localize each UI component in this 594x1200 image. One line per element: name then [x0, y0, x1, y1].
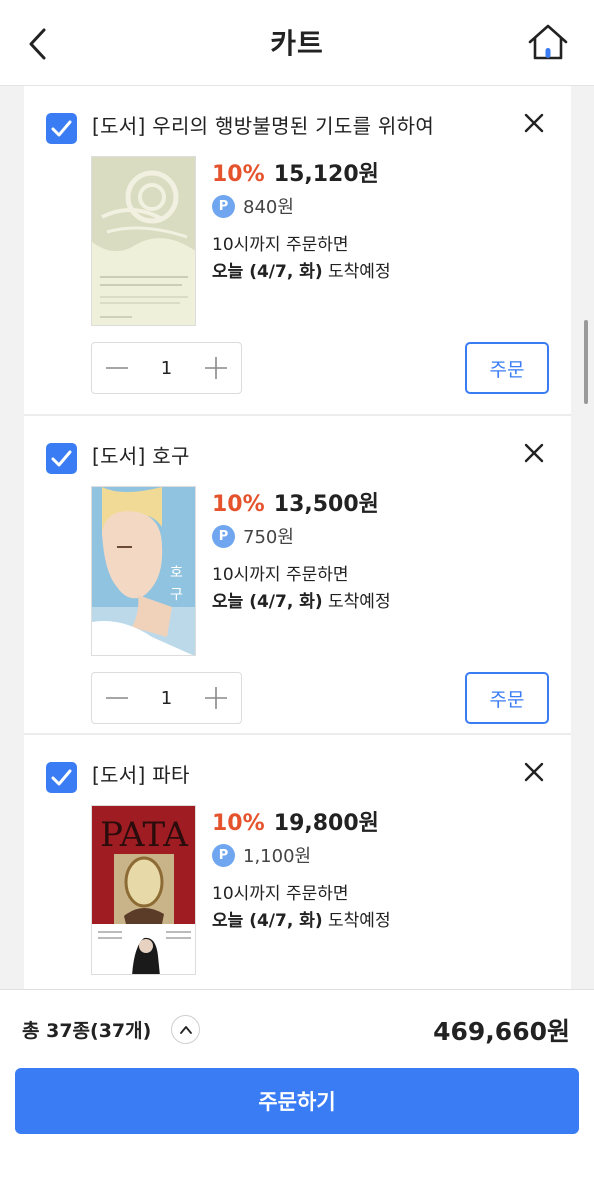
- total-price: 469,660원: [433, 1017, 570, 1046]
- remove-button[interactable]: [523, 112, 545, 134]
- chevron-up-icon: [179, 1025, 192, 1034]
- point-row: P 840원: [212, 193, 294, 219]
- cart-item: [도서] 호구 호 구 10% 13,500원 P 750원 10시까지 주문하…: [24, 416, 571, 735]
- total-count: 총 37종(37개): [22, 1020, 152, 1042]
- plus-icon: [205, 357, 227, 379]
- decrease-button[interactable]: [92, 673, 142, 723]
- check-icon: [51, 450, 72, 467]
- remove-button[interactable]: [523, 761, 545, 783]
- discount-rate: 10%: [212, 811, 265, 836]
- delivery-suffix: 도착예정: [322, 262, 391, 282]
- svg-text:PATA: PATA: [100, 815, 188, 855]
- point-icon: P: [212, 194, 235, 218]
- checkout-button[interactable]: 주문하기: [15, 1068, 579, 1134]
- cart-items: [도서] 우리의 행방불명된 기도를 위하여 10% 15,120원 P 840…: [24, 86, 571, 989]
- delivery-estimate: 오늘 (4/7, 화) 도착예정: [212, 587, 391, 612]
- item-checkbox[interactable]: [46, 113, 77, 144]
- delivery-estimate: 오늘 (4/7, 화) 도착예정: [212, 906, 391, 931]
- point-row: P 750원: [212, 523, 294, 549]
- svg-text:호: 호: [170, 565, 183, 581]
- price-row: 10% 19,800원: [212, 805, 379, 837]
- item-checkbox[interactable]: [46, 762, 77, 793]
- item-checkbox[interactable]: [46, 443, 77, 474]
- svg-text:구: 구: [170, 587, 183, 603]
- scrollbar[interactable]: [584, 320, 588, 404]
- summary-toggle-button[interactable]: [171, 1015, 200, 1044]
- close-icon: [524, 443, 544, 463]
- plus-icon: [205, 687, 227, 709]
- increase-button[interactable]: [191, 343, 241, 393]
- cart-item: [도서] 우리의 행방불명된 기도를 위하여 10% 15,120원 P 840…: [24, 86, 571, 416]
- item-title[interactable]: [도서] 파타: [92, 759, 190, 788]
- item-title[interactable]: [도서] 호구: [92, 440, 190, 469]
- home-button[interactable]: [526, 20, 570, 64]
- close-icon: [524, 762, 544, 782]
- minus-icon: [106, 697, 128, 699]
- delivery-condition: 10시까지 주문하면: [212, 235, 349, 255]
- delivery-estimate: 오늘 (4/7, 화) 도착예정: [212, 257, 391, 282]
- delivery-date: 오늘 (4/7, 화): [212, 262, 323, 282]
- book-cover[interactable]: 호 구: [91, 486, 196, 656]
- item-title[interactable]: [도서] 우리의 행방불명된 기도를 위하여: [92, 110, 434, 139]
- delivery-date: 오늘 (4/7, 화): [212, 911, 323, 931]
- order-button[interactable]: 주문: [465, 342, 549, 394]
- quantity-stepper: 1: [91, 672, 242, 724]
- price-row: 10% 15,120원: [212, 156, 379, 188]
- increase-button[interactable]: [191, 673, 241, 723]
- delivery-suffix: 도착예정: [322, 592, 391, 612]
- sale-price: 13,500원: [273, 492, 379, 517]
- check-icon: [51, 769, 72, 786]
- point-amount: 750원: [243, 527, 294, 548]
- delivery-suffix: 도착예정: [322, 911, 391, 931]
- quantity-value[interactable]: 1: [142, 688, 191, 709]
- minus-icon: [106, 367, 128, 369]
- quantity-value[interactable]: 1: [142, 358, 191, 379]
- check-icon: [51, 120, 72, 137]
- point-icon: P: [212, 843, 235, 867]
- sale-price: 15,120원: [273, 162, 379, 187]
- remove-button[interactable]: [523, 442, 545, 464]
- close-icon: [524, 113, 544, 133]
- home-icon: [528, 24, 568, 60]
- book-cover[interactable]: PATA: [91, 805, 196, 975]
- sale-price: 19,800원: [273, 811, 379, 836]
- book-cover-image: PATA: [92, 806, 195, 974]
- cart-list-area[interactable]: [도서] 우리의 행방불명된 기도를 위하여 10% 15,120원 P 840…: [0, 86, 594, 989]
- book-cover-image: [92, 157, 195, 325]
- cart-item: [도서] 파타 PATA 10% 19,800원 P 1,100원 10시까지 …: [24, 735, 571, 989]
- book-cover[interactable]: [91, 156, 196, 326]
- delivery-condition: 10시까지 주문하면: [212, 565, 349, 585]
- order-button[interactable]: 주문: [465, 672, 549, 724]
- point-icon: P: [212, 524, 235, 548]
- point-amount: 840원: [243, 197, 294, 218]
- delivery-condition: 10시까지 주문하면: [212, 884, 349, 904]
- discount-rate: 10%: [212, 492, 265, 517]
- book-cover-image: 호 구: [92, 487, 195, 655]
- header: 카트: [0, 0, 594, 86]
- decrease-button[interactable]: [92, 343, 142, 393]
- quantity-stepper: 1: [91, 342, 242, 394]
- point-amount: 1,100원: [243, 846, 312, 867]
- checkout-footer: 총 37종(37개) 469,660원 주문하기: [0, 989, 594, 1200]
- point-row: P 1,100원: [212, 842, 311, 868]
- price-row: 10% 13,500원: [212, 486, 379, 518]
- discount-rate: 10%: [212, 162, 265, 187]
- delivery-date: 오늘 (4/7, 화): [212, 592, 323, 612]
- page-title: 카트: [270, 27, 324, 60]
